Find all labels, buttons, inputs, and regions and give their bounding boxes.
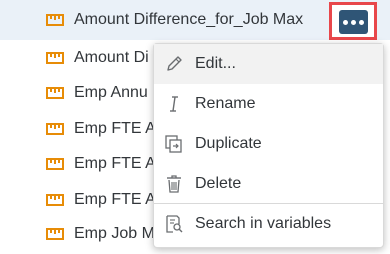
measure-icon: [46, 194, 64, 206]
more-icon: [351, 19, 356, 25]
list-item-label: Emp Annu: [74, 84, 148, 101]
menu-item-label: Rename: [195, 95, 256, 112]
trash-icon: [167, 175, 181, 193]
measure-icon: [46, 228, 64, 240]
list-item-label: Emp FTE A: [74, 155, 156, 172]
duplicate-icon: [165, 135, 182, 153]
measure-icon: [46, 14, 64, 26]
menu-item-duplicate[interactable]: Duplicate: [154, 124, 383, 164]
measure-icon: [46, 123, 64, 135]
pencil-icon: [167, 56, 182, 71]
measure-icon: [46, 87, 64, 99]
context-menu: Edit... Rename Duplicate Delete Search i…: [153, 43, 384, 248]
list-item-label: Amount Difference_for_Job Max: [74, 11, 304, 28]
more-button-highlight: [329, 2, 377, 40]
menu-item-label: Duplicate: [195, 135, 262, 152]
menu-item-edit[interactable]: Edit...: [154, 44, 383, 84]
menu-item-label: Delete: [195, 175, 242, 192]
list-item-label: Emp FTE A: [74, 191, 156, 208]
search-document-icon: [166, 215, 183, 233]
italic-i-icon: [170, 96, 178, 112]
more-icon: [359, 19, 364, 25]
menu-item-label: Search in variables: [195, 215, 332, 232]
menu-item-label: Edit...: [195, 55, 236, 72]
list-item-label: Amount Di: [74, 49, 149, 66]
list-item-label: Emp Job M: [74, 225, 155, 242]
more-options-button[interactable]: [339, 10, 368, 34]
menu-item-delete[interactable]: Delete: [154, 164, 383, 204]
list-item-label: Emp FTE A: [74, 120, 156, 137]
measure-icon: [46, 52, 64, 64]
measure-icon: [46, 158, 64, 170]
more-icon: [343, 19, 348, 25]
menu-item-search-in-variables[interactable]: Search in variables: [154, 204, 383, 244]
menu-item-rename[interactable]: Rename: [154, 84, 383, 124]
